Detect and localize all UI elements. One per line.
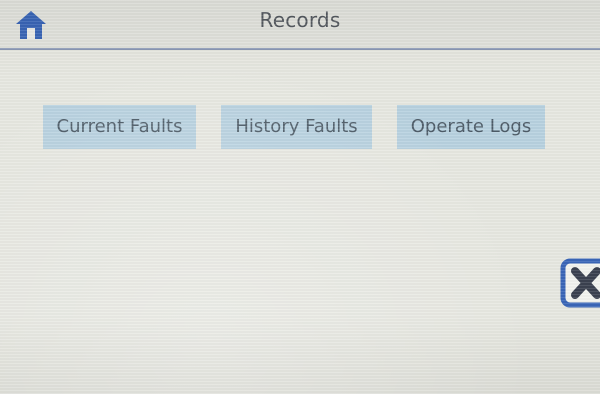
- history-faults-button[interactable]: History Faults: [221, 105, 372, 149]
- header-bar: Records: [0, 0, 600, 50]
- operate-logs-button[interactable]: Operate Logs: [397, 105, 545, 149]
- current-faults-button[interactable]: Current Faults: [43, 105, 196, 149]
- page-title: Records: [259, 8, 341, 32]
- close-icon: [560, 258, 600, 308]
- records-screen: Records Current Faults History Faults Op…: [0, 0, 600, 394]
- close-button[interactable]: [560, 258, 600, 308]
